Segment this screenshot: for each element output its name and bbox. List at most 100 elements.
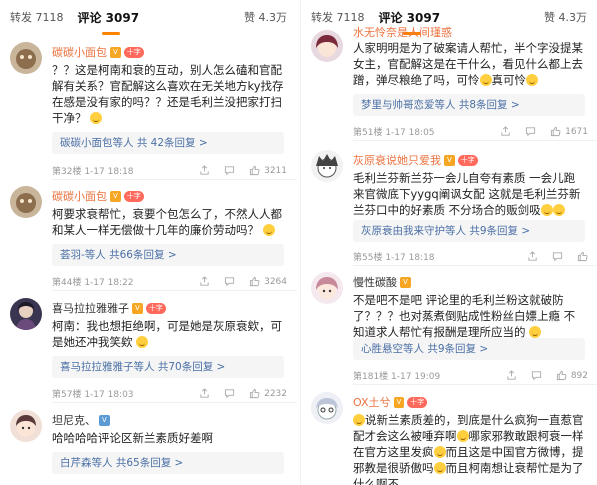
comment-icon[interactable]	[224, 165, 235, 176]
tab-comment[interactable]: 评论 3097	[379, 9, 440, 35]
like-button[interactable]: 3211	[249, 165, 287, 176]
left-screenshot: 转发 7118 评论 3097 赞 4.3万 碳碳小面包 V 十字 ？？这是柯南和衰…	[0, 0, 297, 485]
like-count: 3264	[264, 276, 287, 287]
avatar[interactable]	[10, 410, 42, 442]
comment-meta: 第57楼 1-17 18:03 2232	[52, 387, 287, 400]
share-icon[interactable]	[500, 126, 511, 137]
comment-meta: 第51楼 1-17 18:05 1671	[353, 125, 588, 138]
username[interactable]: OX土兮 V 十字	[353, 394, 428, 410]
username[interactable]: 坦尼克、 V	[52, 412, 110, 428]
reply-summary[interactable]: 碳碳小面包等人 共 42条回复 >	[52, 132, 284, 154]
divider	[52, 290, 297, 291]
comment-body: 柯南：我也想拒绝啊，可是她是灰原衰欸，可是她还冲我笑欸	[52, 319, 282, 349]
emoji-icon	[433, 446, 446, 458]
reply-summary[interactable]: 荟羽-等人 共66条回复 >	[52, 244, 284, 266]
emoji-icon	[353, 414, 365, 426]
username[interactable]: 碳碳小面包 V 十字	[52, 44, 144, 60]
like-button[interactable]: 3264	[249, 276, 287, 287]
username[interactable]: 碳碳小面包 V 十字	[52, 188, 144, 204]
username-text[interactable]: OX土兮	[353, 394, 391, 410]
reply-summary[interactable]: 白芹森等人 共65条回复 >	[52, 452, 284, 474]
comment-text: 毛利兰芬新兰芬一会儿自夸有素质 一会儿跑来官微底下yygq阐讽女配 这就是毛利兰…	[353, 170, 585, 218]
share-icon[interactable]	[506, 370, 517, 381]
level-badge: V	[99, 414, 110, 426]
comment-text: 不是吧不是吧 评论里的毛利兰粉这就破防了？？？也对蒸煮倒贴成性粉丝白嫖上瘾 不知…	[353, 292, 585, 340]
reply-summary[interactable]: 喜马拉拉雅雅子等人 共70条回复 >	[52, 356, 284, 378]
thumbs-up-icon	[250, 388, 260, 399]
emoji-icon	[136, 336, 149, 348]
emoji-icon	[526, 74, 538, 86]
fan-badge: 十字	[145, 302, 166, 314]
username-text[interactable]: 水无怜奈是人间瑾惑	[353, 24, 452, 40]
username[interactable]: 慢性碳酸 V	[353, 274, 411, 290]
emoji-icon	[456, 430, 469, 442]
emoji-icon	[262, 224, 275, 236]
username-text[interactable]: 碳碳小面包	[52, 44, 107, 60]
tab-like[interactable]: 赞 4.3万	[244, 9, 287, 25]
avatar[interactable]	[311, 30, 343, 62]
share-icon[interactable]	[199, 276, 210, 287]
comment-icon[interactable]	[224, 276, 235, 287]
comment-icon[interactable]	[552, 251, 563, 262]
comment-icon[interactable]	[525, 126, 536, 137]
username[interactable]: 灰原衰说她只爱我 V 十字	[353, 152, 478, 168]
avatar[interactable]	[10, 42, 42, 74]
comment-meta: 第44楼 1-17 18:22 3264	[52, 275, 287, 288]
comment-text: 说新兰素质差的，到底是什么疯狗一直惹官配才会这么被唾弃啊 哪家邪教敢跟柯衰一样在官…	[353, 412, 585, 485]
emoji-icon	[90, 112, 103, 124]
emoji-icon	[552, 204, 565, 216]
username-text[interactable]: 喜马拉拉雅雅子	[52, 300, 129, 316]
username-text[interactable]: 灰原衰说她只爱我	[353, 152, 441, 168]
thumbs-up-icon	[556, 370, 567, 381]
avatar[interactable]	[311, 272, 343, 304]
divider	[52, 179, 297, 180]
like-button[interactable]	[577, 251, 588, 262]
like-button[interactable]: 2232	[249, 388, 287, 399]
username-text[interactable]: 碳碳小面包	[52, 188, 107, 204]
share-icon[interactable]	[527, 251, 538, 262]
comment-text: ？？这是柯南和衰的互动，别人怎么磕和官配解有关系？官配解这么喜欢在无关地方ky找…	[52, 62, 284, 126]
vip-badge: V	[110, 46, 121, 58]
avatar[interactable]	[311, 150, 343, 182]
share-icon[interactable]	[199, 165, 210, 176]
username-text[interactable]: 坦尼克、	[52, 412, 96, 428]
vip-badge: V	[393, 396, 405, 408]
username[interactable]: 水无怜奈是人间瑾惑	[353, 24, 452, 40]
vip-badge: V	[110, 190, 121, 202]
like-button[interactable]: 1671	[550, 126, 588, 137]
like-count: 2232	[264, 388, 287, 399]
like-count: 1671	[565, 126, 588, 137]
floor-time: 第55楼 1-17 18:18	[353, 253, 435, 263]
share-icon[interactable]	[199, 388, 210, 399]
vip-badge: V	[132, 302, 143, 314]
avatar[interactable]	[10, 298, 42, 330]
comment-icon[interactable]	[531, 370, 542, 381]
emoji-icon	[479, 74, 492, 86]
floor-time: 第51楼 1-17 18:05	[353, 128, 435, 138]
floor-time: 第57楼 1-17 18:03	[52, 390, 134, 400]
comment-meta: 第181楼 1-17 19:09 892	[353, 369, 588, 382]
fan-badge: 十字	[123, 190, 144, 202]
emoji-icon	[540, 204, 553, 216]
like-count: 3211	[264, 165, 287, 176]
tab-repost[interactable]: 转发 7118	[10, 9, 64, 25]
fan-badge: 十字	[457, 154, 478, 166]
reply-summary[interactable]: 灰原衰由我来守护等人 共9条回复 >	[353, 220, 585, 242]
vip-badge: V	[400, 276, 411, 288]
reply-summary[interactable]: 心胜悬空等人 共9条回复 >	[353, 338, 585, 360]
username-text[interactable]: 慢性碳酸	[353, 274, 397, 290]
floor-time: 第181楼 1-17 19:09	[353, 372, 441, 382]
username[interactable]: 喜马拉拉雅雅子 V 十字	[52, 300, 166, 316]
tab-like[interactable]: 赞 4.3万	[544, 9, 587, 25]
divider	[353, 265, 597, 266]
comment-body: 不是吧不是吧 评论里的毛利兰粉这就破防了？？？也对蒸煮倒贴成性粉丝白嫖上瘾 不知…	[353, 293, 576, 339]
divider	[353, 384, 597, 385]
fan-badge: 十字	[407, 396, 428, 408]
comment-icon[interactable]	[224, 388, 235, 399]
tab-comment[interactable]: 评论 3097	[78, 9, 139, 35]
avatar[interactable]	[10, 186, 42, 218]
avatar[interactable]	[311, 392, 343, 424]
like-button[interactable]: 892	[556, 370, 588, 381]
tab-repost[interactable]: 转发 7118	[311, 9, 365, 25]
reply-summary[interactable]: 梦里与帅哥恋爱等人 共8条回复 >	[353, 94, 585, 116]
